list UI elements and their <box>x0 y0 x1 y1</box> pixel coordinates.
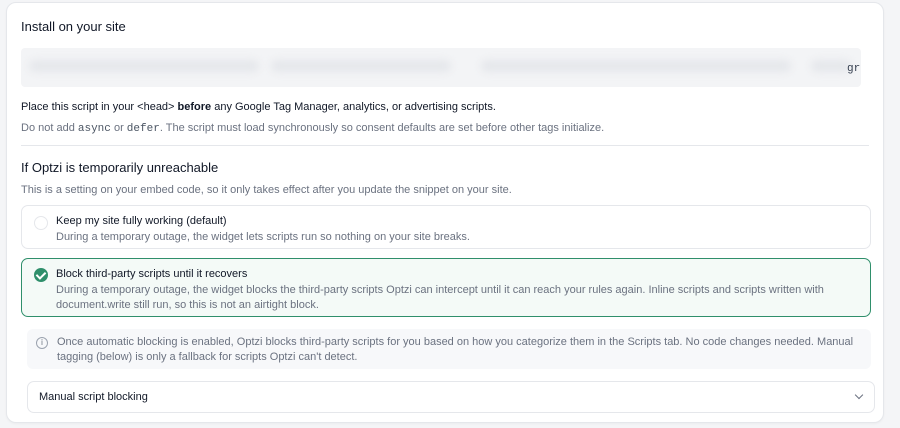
radio-unselected-icon[interactable] <box>34 216 48 230</box>
info-callout: i Once automatic blocking is enabled, Op… <box>27 329 871 369</box>
note-prefix: Do not add <box>21 122 78 134</box>
embed-snippet[interactable] <box>21 48 861 87</box>
accordion-label: Manual script blocking <box>39 391 148 403</box>
snippet-blur-1 <box>29 60 259 72</box>
snippet-blur-3 <box>481 60 791 72</box>
unreachable-subtitle: This is a setting on your embed code, so… <box>21 184 512 196</box>
chevron-down-icon[interactable] <box>854 390 864 400</box>
install-card: Install on your site gr Place this scrip… <box>6 2 884 423</box>
radio-checked-icon[interactable] <box>34 268 48 282</box>
divider <box>21 145 869 146</box>
option-keep-site-working[interactable]: Keep my site fully working (default) Dur… <box>21 205 871 249</box>
snippet-tail-text: gr <box>847 63 861 75</box>
option-description: During a temporary outage, the widget bl… <box>56 284 824 311</box>
placement-prefix: Place this script in your <head> <box>21 101 178 113</box>
defer-code: defer <box>126 123 160 135</box>
note-mid: or <box>110 122 127 134</box>
info-icon: i <box>36 337 48 349</box>
option-title: Block third-party scripts until it recov… <box>56 268 248 280</box>
async-code: async <box>77 123 111 135</box>
option-description: During a temporary outage, the widget le… <box>56 231 470 243</box>
checkmark-icon <box>35 269 47 280</box>
placement-bold: before <box>177 101 212 113</box>
section-title: Install on your site <box>21 19 126 34</box>
sync-note: Do not add async or defer. The script mu… <box>21 122 604 135</box>
option-block-third-party[interactable]: Block third-party scripts until it recov… <box>21 258 871 317</box>
option-title: Keep my site fully working (default) <box>56 215 227 227</box>
note-suffix: . The script must load synchronously so … <box>159 122 605 134</box>
placement-instruction: Place this script in your <head> before … <box>21 101 496 113</box>
placement-suffix: any Google Tag Manager, analytics, or ad… <box>211 101 496 113</box>
snippet-blur-2 <box>271 60 451 72</box>
snippet-blur-4 <box>811 60 851 72</box>
manual-script-blocking-accordion[interactable]: Manual script blocking <box>27 381 875 413</box>
info-text: Once automatic blocking is enabled, Optz… <box>57 336 854 363</box>
unreachable-title: If Optzi is temporarily unreachable <box>21 160 219 175</box>
